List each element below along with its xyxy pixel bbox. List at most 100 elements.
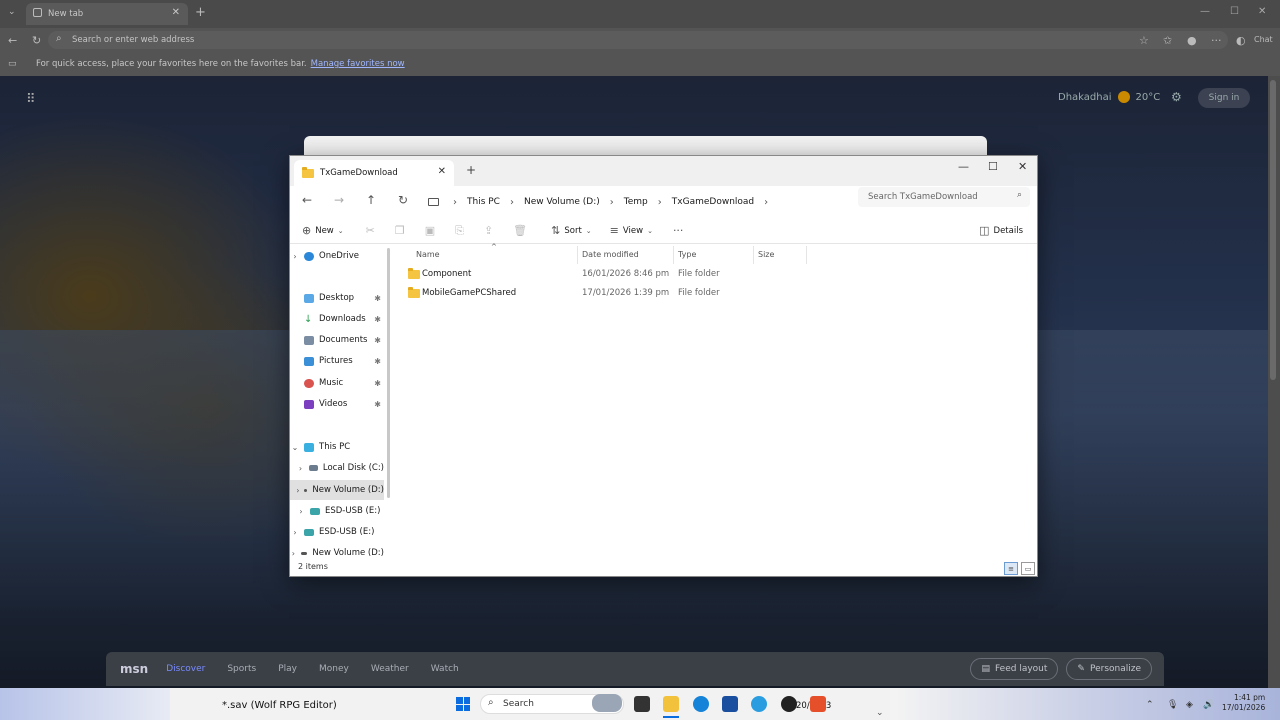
chevron-down-icon[interactable]: ⌄ — [876, 708, 884, 718]
share-icon[interactable]: ⇪ — [484, 224, 493, 237]
tab-actions-icon[interactable]: ⌄ — [8, 7, 16, 17]
column-divider[interactable] — [753, 246, 754, 264]
minimize-icon[interactable]: — — [958, 160, 969, 173]
favorite-star-icon[interactable]: ☆ — [1139, 34, 1149, 47]
system-clock[interactable]: 1:41 pm 17/01/2026 — [1222, 693, 1265, 713]
chevron-right-icon[interactable]: › — [658, 197, 662, 208]
details-view-icon[interactable]: ≡ — [1004, 562, 1018, 575]
sidebar-item-local-disk[interactable]: › Local Disk (C:) — [290, 458, 384, 478]
task-view-icon[interactable] — [634, 696, 650, 712]
column-divider[interactable] — [577, 246, 578, 264]
chevron-right-icon[interactable]: › — [290, 549, 297, 558]
browser-tab-newtab[interactable]: New tab ✕ — [26, 3, 188, 25]
up-icon[interactable]: ↑ — [366, 193, 376, 207]
column-header-type[interactable]: Type — [678, 250, 696, 259]
breadcrumb-this-pc[interactable]: This PC — [467, 197, 500, 207]
weather-widget[interactable]: Dhakadhai 20°C — [1058, 91, 1160, 103]
profile-icon[interactable]: ● — [1187, 34, 1197, 47]
back-icon[interactable]: ← — [8, 34, 17, 47]
address-bar[interactable]: ⌕ Search or enter web address — [48, 31, 1228, 49]
browser-app-icon[interactable] — [751, 696, 767, 712]
settings-gear-icon[interactable]: ⚙ — [1171, 90, 1182, 104]
close-icon[interactable]: ✕ — [438, 166, 446, 177]
sort-button[interactable]: ⇅ Sort ⌄ — [551, 224, 592, 237]
sidebar-item-this-pc[interactable]: ⌄ This PC — [290, 437, 384, 457]
app-icon[interactable] — [781, 696, 797, 712]
details-button[interactable]: ◫ Details — [979, 224, 1023, 237]
more-icon[interactable]: ··· — [1211, 34, 1222, 47]
breadcrumb-txgamedownload[interactable]: TxGameDownload — [672, 197, 754, 207]
column-header-date[interactable]: Date modified — [582, 250, 639, 259]
tiles-view-icon[interactable]: ▭ — [1021, 562, 1035, 575]
sidebar-item-esd-usb[interactable]: › ESD-USB (E:) — [290, 501, 384, 521]
column-header-size[interactable]: Size — [758, 250, 774, 259]
breadcrumb[interactable]: › This PC › New Volume (D:) › Temp › TxG… — [428, 193, 778, 211]
close-icon[interactable]: ✕ — [172, 7, 180, 18]
cut-icon[interactable]: ✂ — [366, 224, 375, 237]
breadcrumb-new-volume[interactable]: New Volume (D:) — [524, 197, 600, 207]
refresh-icon[interactable]: ↻ — [32, 34, 41, 47]
breadcrumb-temp[interactable]: Temp — [624, 197, 648, 207]
signin-button[interactable]: Sign in — [1198, 88, 1250, 108]
table-row[interactable]: Component 16/01/2026 8:46 pm File folder — [394, 266, 814, 284]
copilot-label[interactable]: Chat — [1254, 35, 1273, 44]
sidebar-item-desktop[interactable]: Desktop ✱ — [290, 288, 384, 308]
network-icon[interactable]: ◈ — [1186, 700, 1193, 710]
pin-icon[interactable]: ✱ — [374, 294, 381, 303]
msn-nav-discover[interactable]: Discover — [166, 664, 205, 674]
new-tab-button[interactable]: + — [466, 163, 476, 177]
taskbar-window-title[interactable]: *.sav (Wolf RPG Editor) — [222, 700, 337, 711]
close-window-icon[interactable]: ✕ — [1258, 6, 1266, 17]
minimize-icon[interactable]: — — [1200, 6, 1210, 17]
sidebar-item-new-volume[interactable]: › New Volume (D:) — [290, 480, 384, 500]
chevron-up-icon[interactable]: ⌃ — [1146, 700, 1154, 710]
view-button[interactable]: ≡ View ⌄ — [610, 224, 653, 237]
personalize-button[interactable]: ✎ Personalize — [1066, 658, 1152, 680]
chevron-right-icon[interactable]: › — [510, 197, 514, 208]
sidebar-item-pictures[interactable]: Pictures ✱ — [290, 351, 384, 371]
chevron-right-icon[interactable]: › — [453, 197, 457, 208]
chevron-right-icon[interactable]: › — [296, 486, 300, 495]
msn-nav-weather[interactable]: Weather — [371, 664, 409, 674]
paste-icon[interactable]: ▣ — [425, 224, 435, 237]
delete-icon[interactable]: 🗑 — [513, 224, 527, 237]
chevron-right-icon[interactable]: › — [610, 197, 614, 208]
close-window-icon[interactable]: ✕ — [1018, 160, 1027, 173]
sidebar-item-new-volume-root[interactable]: › New Volume (D:) — [290, 543, 384, 563]
sidebar-item-documents[interactable]: Documents ✱ — [290, 330, 384, 350]
pin-icon[interactable]: ✱ — [374, 357, 381, 366]
new-button[interactable]: ⊕ New ⌄ — [302, 224, 344, 237]
sidebar-item-downloads[interactable]: ↓ Downloads ✱ — [290, 309, 384, 329]
column-header-name[interactable]: Name — [416, 250, 440, 259]
store-icon[interactable] — [722, 696, 738, 712]
chevron-right-icon[interactable]: › — [764, 197, 768, 208]
explorer-search-input[interactable]: Search TxGameDownload ⌕ — [858, 187, 1030, 207]
file-explorer-taskbar-icon[interactable] — [663, 696, 679, 712]
copy-icon[interactable]: ❐ — [395, 224, 405, 237]
column-divider[interactable] — [673, 246, 674, 264]
table-row[interactable]: MobileGamePCShared 17/01/2026 1:39 pm Fi… — [394, 285, 814, 303]
msn-nav-money[interactable]: Money — [319, 664, 349, 674]
more-options-icon[interactable]: ··· — [673, 224, 684, 237]
sidebar-item-videos[interactable]: Videos ✱ — [290, 394, 384, 414]
chevron-right-icon[interactable]: › — [296, 464, 305, 473]
explorer-tab[interactable]: TxGameDownload ✕ — [294, 160, 454, 186]
sidebar-item-esd-usb-root[interactable]: › ESD-USB (E:) — [290, 522, 384, 542]
forward-icon[interactable]: → — [334, 193, 344, 207]
new-tab-button[interactable]: + — [195, 5, 206, 20]
back-icon[interactable]: ← — [302, 193, 312, 207]
refresh-icon[interactable]: ↻ — [398, 193, 408, 207]
maximize-icon[interactable]: ☐ — [1230, 6, 1239, 17]
feed-layout-button[interactable]: ▤ Feed layout — [970, 658, 1059, 680]
chevron-right-icon[interactable]: › — [290, 252, 300, 261]
sidebar-item-music[interactable]: Music ✱ — [290, 373, 384, 393]
brave-icon[interactable] — [810, 696, 826, 712]
pin-icon[interactable]: ✱ — [374, 379, 381, 388]
chevron-right-icon[interactable]: › — [290, 528, 300, 537]
apps-grid-icon[interactable]: ⠿ — [26, 92, 36, 107]
favorites-icon[interactable]: ✩ — [1163, 34, 1172, 47]
copilot-icon[interactable]: ◐ — [1236, 34, 1246, 47]
chevron-down-icon[interactable]: ⌄ — [290, 443, 300, 452]
maximize-icon[interactable]: ☐ — [988, 160, 998, 173]
sidebar-item-onedrive[interactable]: › OneDrive — [290, 246, 384, 266]
